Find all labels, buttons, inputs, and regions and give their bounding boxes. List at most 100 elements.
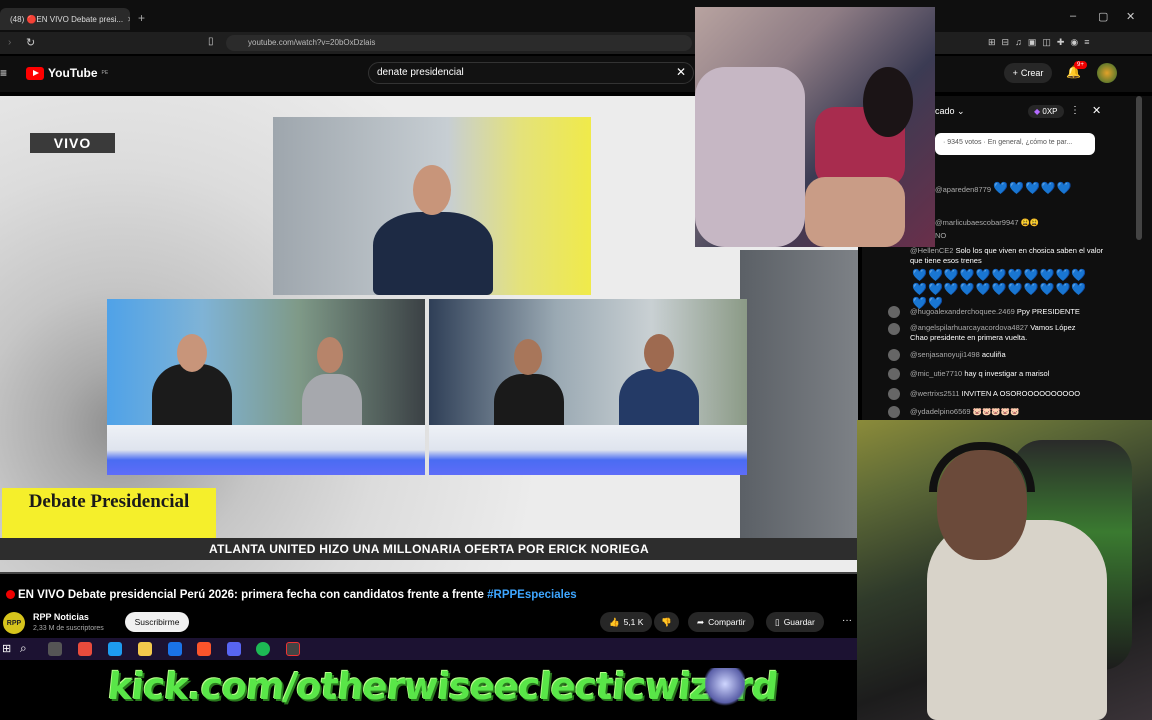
news-ticker: ATLANTA UNITED HIZO UNA MILLONARIA OFERT… (0, 538, 858, 560)
file-explorer-icon[interactable] (138, 642, 152, 656)
discord-icon[interactable] (227, 642, 241, 656)
close-window-button[interactable]: ✕ (1126, 10, 1135, 23)
kick-url-banner: kick.com/otherwiseeclecticwizard (105, 665, 780, 708)
chat-username: @mic_utie7710 (910, 369, 963, 378)
search-input[interactable]: denate presidencial (368, 62, 694, 84)
bookmark-icon[interactable]: ▯ (208, 36, 214, 47)
chat-mode-dropdown[interactable]: cado ⌄ (935, 106, 965, 117)
candidate-4-head (644, 334, 674, 372)
chat-text: Ppy PRESIDENTE (1016, 307, 1080, 316)
dislike-button[interactable]: 👎 (654, 612, 679, 632)
notification-badge: 9+ (1074, 61, 1087, 69)
close-chat-icon[interactable]: ✕ (1092, 104, 1101, 117)
chat-avatar (888, 388, 900, 400)
start-icon[interactable]: ⊞ (2, 642, 11, 655)
video-title: EN VIVO Debate presidencial Perú 2026: p… (6, 589, 577, 601)
edge-icon[interactable] (108, 642, 122, 656)
chat-message: @marlicubaescobar9947 😩😩 (935, 218, 1135, 228)
browser-tab-bar (0, 0, 1152, 36)
chat-username: @HellenCE2 (910, 246, 954, 255)
anchor-body (373, 212, 493, 295)
chat-message: @angelspilarhuarcayacordova4827 Vamos Ló… (910, 323, 1095, 343)
subscribe-button[interactable]: Suscribirme (125, 612, 189, 632)
chat-username: @ydadelpino6569 (910, 407, 971, 416)
candidates-left-shot (107, 299, 425, 475)
create-button[interactable]: + Crear (1004, 63, 1052, 83)
chat-text: 🐷🐷🐷🐷🐷 (972, 407, 1020, 416)
extension-icons[interactable]: ⊞⊟♫▣◫✚◉≡ (988, 37, 1095, 48)
hashtag-link[interactable]: #RPPEspeciales (487, 589, 577, 601)
chat-message: @mic_utie7710 hay q investigar a marisol (910, 369, 1110, 379)
video-frame-edge (740, 250, 858, 540)
chat-avatar (888, 406, 900, 418)
youtube-play-icon (26, 66, 44, 80)
anchor-head (413, 165, 451, 215)
spotify-icon[interactable] (256, 642, 270, 656)
candidate-2-head (317, 337, 343, 373)
channel-avatar[interactable]: RPP (3, 612, 25, 634)
save-label: Guardar (783, 617, 815, 627)
like-count: 5,1 K (623, 617, 644, 627)
plus-icon: + (1012, 68, 1018, 78)
chat-message: @wertrixs2511 INVITEN A OSOROOOOOOOOOO (910, 389, 1110, 399)
live-indicator-icon (6, 590, 15, 599)
save-button[interactable]: ▯ Guardar (766, 612, 824, 632)
chat-text: aculiña (981, 350, 1006, 359)
tab-title: (48) 🔴EN VIVO Debate presi... (10, 14, 124, 24)
avatar[interactable] (1097, 63, 1117, 83)
subscriber-count: 2,33 M de suscriptores (33, 625, 104, 632)
menu-icon[interactable]: ≡ (0, 66, 7, 80)
poll-banner[interactable]: · 9345 votos · En general, ¿cómo te par.… (935, 133, 1095, 155)
brave-icon[interactable] (197, 642, 211, 656)
share-button[interactable]: ➦ Compartir (688, 612, 755, 632)
like-button[interactable]: 👍 5,1 K (600, 612, 653, 632)
logo-region: PE (101, 70, 109, 76)
thumbs-up-icon: 👍 (609, 616, 620, 627)
desk-left (107, 425, 425, 475)
chat-username: @hugoalexanderchoquee.2469 (910, 307, 1015, 316)
webcam-overlay-bottom (857, 420, 1152, 720)
maximize-button[interactable]: ▢ (1098, 10, 1108, 23)
chat-scrollbar[interactable] (1136, 96, 1142, 240)
arm-shape (805, 177, 905, 247)
chat-avatar (888, 323, 900, 335)
chat-avatar (888, 368, 900, 380)
clear-search-icon[interactable]: ✕ (676, 65, 686, 79)
channel-name[interactable]: RPP Noticias (33, 612, 89, 622)
task-view-icon[interactable] (48, 642, 62, 656)
chat-avatar (888, 306, 900, 318)
video-progress-bar[interactable] (0, 572, 858, 574)
reload-icon[interactable]: ↻ (26, 36, 35, 49)
chat-message: @HellenCE2 Solo los que viven en chosica… (910, 246, 1110, 266)
app-icon-1[interactable] (78, 642, 92, 656)
live-label: VIVO (30, 133, 115, 153)
obs-icon[interactable] (286, 642, 300, 656)
chat-username: NO (935, 231, 947, 240)
chat-message: @hugoalexanderchoquee.2469 Ppy PRESIDENT… (910, 307, 1110, 317)
close-tab-icon[interactable]: ✕ (127, 15, 130, 24)
mail-icon[interactable] (168, 642, 182, 656)
url-field[interactable]: youtube.com/watch?v=20bOxDzlais (226, 35, 692, 51)
forward-icon[interactable]: › (8, 37, 11, 48)
search-icon[interactable]: ⌕ (20, 641, 27, 656)
new-tab-button[interactable]: + (138, 11, 145, 25)
desk-right (429, 425, 747, 475)
bookmark-save-icon: ▯ (775, 616, 780, 627)
tab-youtube[interactable]: (48) 🔴EN VIVO Debate presi... ✕ (0, 8, 130, 30)
candidate-3-head (514, 339, 542, 375)
more-actions-button[interactable]: ··· (842, 615, 852, 626)
share-label: Compartir (708, 617, 746, 627)
candidate-1-head (177, 334, 207, 372)
chat-username: @apareden8779 (935, 185, 991, 194)
youtube-logo[interactable]: YouTube PE (26, 66, 108, 80)
chat-username: @angelspilarhuarcayacordova4827 (910, 323, 1029, 332)
chat-message: @senjasanoyuji1498 aculiña (910, 350, 1110, 360)
minimize-button[interactable]: – (1070, 10, 1076, 22)
chat-hearts-flood: 💙💙💙💙💙💙💙💙💙💙💙💙💙💙💙💙💙💙💙💙💙💙💙💙 (912, 268, 1088, 310)
points-badge: ◆ 0XP (1028, 105, 1064, 118)
create-label: Crear (1020, 68, 1044, 78)
chat-message: @ydadelpino6569 🐷🐷🐷🐷🐷 (910, 407, 1110, 417)
chat-username: @senjasanoyuji1498 (910, 350, 980, 359)
chat-text: hay q investigar a marisol (964, 369, 1050, 378)
chat-options-icon[interactable]: ⋮ (1070, 105, 1080, 116)
